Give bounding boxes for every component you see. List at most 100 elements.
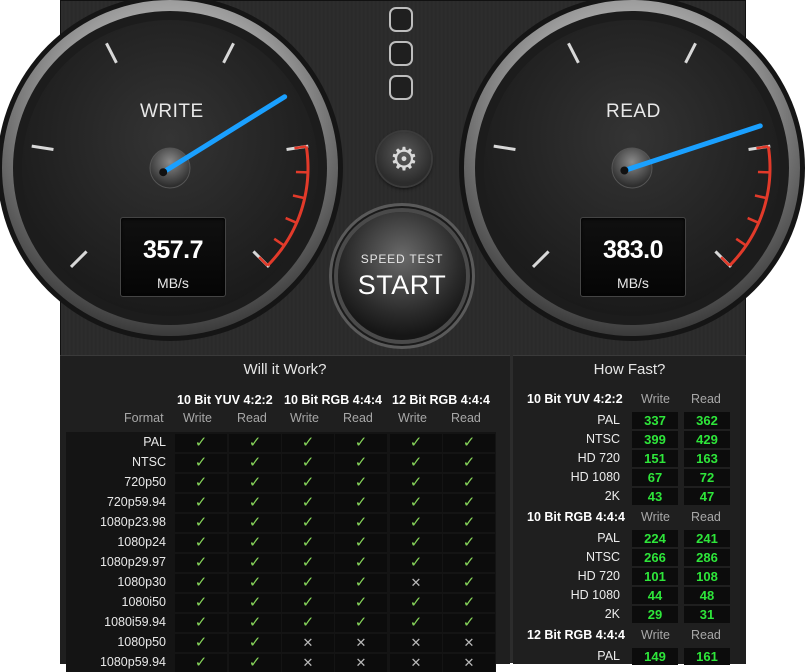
check-icon: ✓	[282, 614, 334, 632]
start-button[interactable]: SPEED TEST START	[338, 212, 466, 340]
check-icon: ✓	[443, 574, 495, 592]
fast-row-format: PAL	[528, 649, 620, 663]
check-icon: ✓	[335, 534, 387, 552]
fast-row-format: NTSC	[528, 432, 620, 446]
check-icon: ✓	[175, 634, 227, 652]
cross-icon: ✕	[390, 634, 442, 652]
will-row-format: 1080i59.94	[70, 615, 166, 629]
fast-read-value: 48	[684, 587, 730, 604]
write-needle-base	[159, 168, 167, 176]
will-subheader: Read	[237, 411, 267, 425]
check-icon: ✓	[175, 654, 227, 672]
will-group-header: 10 Bit RGB 4:4:4	[284, 393, 382, 407]
fast-row-format: 2K	[528, 607, 620, 621]
will-row-format: 1080i50	[70, 595, 166, 609]
check-icon: ✓	[335, 494, 387, 512]
fast-write-value: 151	[632, 450, 678, 467]
check-icon: ✓	[335, 614, 387, 632]
check-icon: ✓	[175, 554, 227, 572]
check-icon: ✓	[175, 594, 227, 612]
fast-write-header: Write	[641, 628, 670, 642]
will-group-header: 12 Bit RGB 4:4:4	[392, 393, 490, 407]
check-icon: ✓	[282, 534, 334, 552]
read-gauge-label: READ	[606, 101, 661, 123]
fast-read-value: 108	[684, 568, 730, 585]
settings-gear-icon[interactable]: ⚙	[377, 132, 431, 186]
fast-read-value: 47	[684, 488, 730, 505]
window-button-3[interactable]	[389, 75, 413, 100]
check-icon: ✓	[282, 434, 334, 452]
fast-write-value: 44	[632, 587, 678, 604]
cross-icon: ✕	[443, 654, 495, 672]
fast-read-value: 286	[684, 549, 730, 566]
fast-read-header: Read	[691, 510, 721, 524]
fast-write-value: 67	[632, 469, 678, 486]
fast-write-value: 149	[632, 648, 678, 665]
check-icon: ✓	[443, 494, 495, 512]
check-icon: ✓	[390, 494, 442, 512]
how-fast-title: How Fast?	[513, 361, 746, 378]
fast-write-value: 43	[632, 488, 678, 505]
check-icon: ✓	[335, 434, 387, 452]
write-gauge-label: WRITE	[140, 101, 204, 123]
will-row-format: 1080p23.98	[70, 515, 166, 529]
check-icon: ✓	[229, 614, 281, 632]
cross-icon: ✕	[443, 634, 495, 652]
fast-read-header: Read	[691, 628, 721, 642]
check-icon: ✓	[175, 574, 227, 592]
will-subheader: Write	[290, 411, 319, 425]
check-icon: ✓	[229, 514, 281, 532]
will-subheader: Read	[451, 411, 481, 425]
check-icon: ✓	[175, 474, 227, 492]
fast-read-value: 362	[684, 412, 730, 429]
check-icon: ✓	[443, 614, 495, 632]
check-icon: ✓	[390, 514, 442, 532]
will-row-format: PAL	[70, 435, 166, 449]
fast-read-value: 161	[684, 648, 730, 665]
fast-row-format: 2K	[528, 489, 620, 503]
window-button-1[interactable]	[389, 7, 413, 32]
check-icon: ✓	[390, 534, 442, 552]
check-icon: ✓	[229, 434, 281, 452]
check-icon: ✓	[229, 534, 281, 552]
check-icon: ✓	[175, 494, 227, 512]
read-value: 383.0	[581, 236, 685, 265]
cross-icon: ✕	[335, 654, 387, 672]
check-icon: ✓	[390, 434, 442, 452]
cross-icon: ✕	[282, 634, 334, 652]
will-row-format: 1080p29.97	[70, 555, 166, 569]
fast-row-format: HD 720	[528, 451, 620, 465]
window-button-2[interactable]	[389, 41, 413, 66]
will-row-format: NTSC	[70, 455, 166, 469]
check-icon: ✓	[229, 494, 281, 512]
fast-write-header: Write	[641, 392, 670, 406]
format-column-header: Format	[124, 411, 164, 425]
check-icon: ✓	[443, 514, 495, 532]
check-icon: ✓	[335, 594, 387, 612]
fast-row-format: PAL	[528, 413, 620, 427]
check-icon: ✓	[229, 654, 281, 672]
check-icon: ✓	[229, 574, 281, 592]
fast-write-value: 101	[632, 568, 678, 585]
check-icon: ✓	[175, 614, 227, 632]
check-icon: ✓	[390, 554, 442, 572]
fast-row-format: HD 720	[528, 569, 620, 583]
check-icon: ✓	[229, 474, 281, 492]
fast-row-format: PAL	[528, 531, 620, 545]
fast-read-value: 31	[684, 606, 730, 623]
write-readout: 357.7 MB/s	[120, 217, 226, 297]
check-icon: ✓	[335, 554, 387, 572]
will-group-header: 10 Bit YUV 4:2:2	[177, 393, 273, 407]
will-subheader: Write	[398, 411, 427, 425]
fast-write-value: 266	[632, 549, 678, 566]
check-icon: ✓	[175, 534, 227, 552]
fast-group-header: 10 Bit YUV 4:2:2	[527, 392, 623, 406]
will-row-format: 1080p24	[70, 535, 166, 549]
speed-test-label: SPEED TEST	[338, 252, 466, 266]
will-it-work-title: Will it Work?	[60, 361, 510, 378]
will-row-format: 720p50	[70, 475, 166, 489]
check-icon: ✓	[443, 554, 495, 572]
fast-row-format: HD 1080	[528, 588, 620, 602]
fast-read-value: 429	[684, 431, 730, 448]
read-readout: 383.0 MB/s	[580, 217, 686, 297]
